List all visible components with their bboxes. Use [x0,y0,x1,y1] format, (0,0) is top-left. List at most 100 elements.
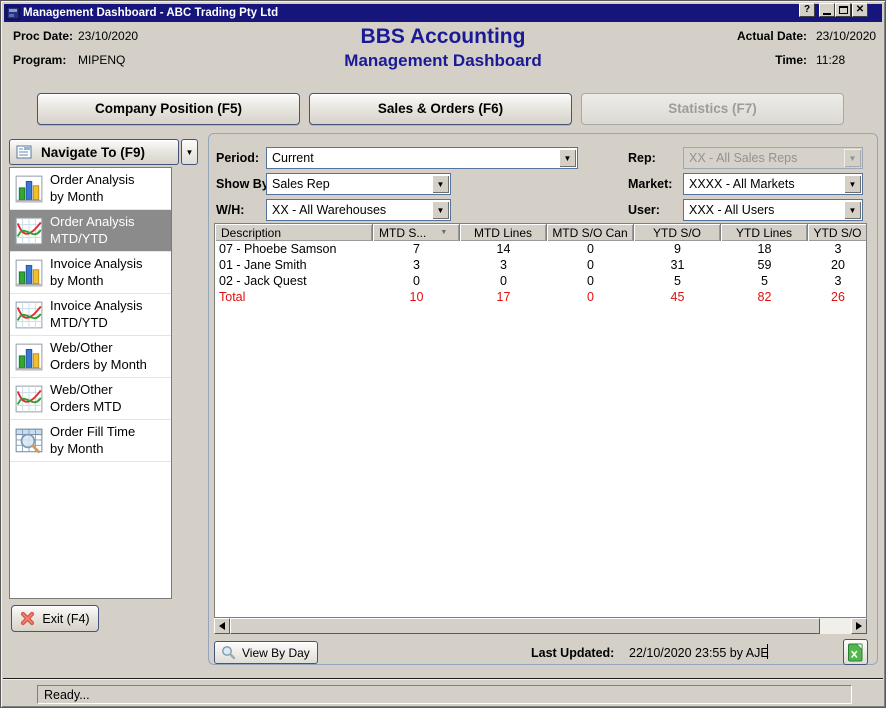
table-cell: 10 [373,289,460,305]
column-header-label: YTD Lines [736,226,792,240]
table-cell: 59 [721,257,808,273]
chevron-down-icon[interactable]: ▼ [844,175,861,193]
warehouse-label: W/H: [216,203,244,217]
status-divider [3,678,883,680]
view-by-day-button[interactable]: View By Day [214,641,318,664]
rep-select: XX - All Sales Reps ▼ [683,147,863,169]
column-header[interactable]: YTD S/O [808,224,867,241]
line-chart-icon [14,300,44,330]
column-header[interactable]: YTD Lines [721,224,808,241]
sidebar-item-label: Invoice AnalysisMTD/YTD [50,298,143,332]
close-icon: ✕ [856,5,864,15]
sidebar-item[interactable]: Web/OtherOrders by Month [10,336,171,378]
chevron-down-icon[interactable]: ▼ [432,201,449,219]
magnifier-icon [221,645,236,660]
chevron-down-icon: ▼ [186,148,194,157]
column-header-label: Description [221,226,281,240]
chevron-down-icon[interactable]: ▼ [844,201,861,219]
column-header[interactable]: Description [215,224,373,241]
sidebar-item[interactable]: Order Analysisby Month [10,168,171,210]
column-header[interactable]: YTD S/O [634,224,721,241]
app-icon [6,6,20,20]
sales-orders-button[interactable]: Sales & Orders (F6) [309,93,572,125]
sidebar-item[interactable]: Order AnalysisMTD/YTD [10,210,171,252]
show-by-select[interactable]: Sales Rep ▼ [266,173,451,195]
close-button[interactable]: ✕ [852,3,868,17]
column-header-label: MTD S/O Can [552,226,627,240]
scroll-right-button[interactable] [851,618,867,634]
table-cell: Total [215,289,373,305]
excel-icon [847,643,864,662]
table-cell: 0 [547,289,634,305]
exit-button[interactable]: Exit (F4) [11,605,99,632]
column-header-label: YTD S/O [813,226,861,240]
export-excel-button[interactable] [843,639,868,665]
sidebar-item-label: Order Fill Timeby Month [50,424,135,458]
view-by-day-label: View By Day [242,646,310,660]
table-row[interactable]: 07 - Phoebe Samson71409183 [215,241,866,257]
table-total-row[interactable]: Total10170458226 [215,289,866,305]
table-cell: 18 [721,241,808,257]
title-bar: Management Dashboard - ABC Trading Pty L… [4,4,882,22]
arrow-right-icon [856,622,862,630]
user-label: User: [628,203,660,217]
help-button[interactable]: ? [799,3,815,17]
sidebar-item[interactable]: Web/OtherOrders MTD [10,378,171,420]
table-cell: 17 [460,289,547,305]
sidebar-item[interactable]: Order Fill Timeby Month [10,420,171,462]
text-cursor [767,644,768,659]
chevron-down-icon: ▼ [844,149,861,167]
user-value: XXX - All Users [689,203,774,217]
table-cell: 0 [547,241,634,257]
table-cell: 01 - Jane Smith [215,257,373,273]
status-bar: Ready... [37,685,852,704]
table-cell: 45 [634,289,721,305]
minimize-button[interactable] [819,3,835,17]
table-cell: 3 [460,257,547,273]
sidebar-item-label: Order AnalysisMTD/YTD [50,214,135,248]
navigate-to-label: Navigate To (F9) [41,145,145,160]
show-by-value: Sales Rep [272,177,330,191]
table-cell: 3 [808,241,867,257]
period-select[interactable]: Current ▼ [266,147,578,169]
show-by-label: Show By: [216,177,273,191]
column-header-label: MTD Lines [474,226,532,240]
help-icon: ? [804,5,810,15]
scroll-left-button[interactable] [214,618,230,634]
sidebar-item[interactable]: Invoice Analysisby Month [10,252,171,294]
table-cell: 0 [547,273,634,289]
column-header[interactable]: MTD Lines [460,224,547,241]
time-label: Time: [775,53,807,67]
navigate-dropdown-button[interactable]: ▼ [181,139,198,165]
table-cell: 0 [547,257,634,273]
scrollbar-thumb[interactable] [230,618,820,634]
table-cell: 9 [634,241,721,257]
table-row[interactable]: 02 - Jack Quest000553 [215,273,866,289]
column-header[interactable]: MTD S...▼ [373,224,460,241]
statistics-button: Statistics (F7) [581,93,844,125]
period-value: Current [272,151,314,165]
table-cell: 26 [808,289,867,305]
sidebar-item[interactable]: Invoice AnalysisMTD/YTD [10,294,171,336]
market-select[interactable]: XXXX - All Markets ▼ [683,173,863,195]
column-header[interactable]: MTD S/O Can [547,224,634,241]
chevron-down-icon[interactable]: ▼ [432,175,449,193]
warehouse-select[interactable]: XX - All Warehouses ▼ [266,199,451,221]
market-label: Market: [628,177,672,191]
horizontal-scrollbar[interactable] [214,618,867,634]
maximize-icon [839,6,848,14]
table-row[interactable]: 01 - Jane Smith330315920 [215,257,866,273]
table-cell: 02 - Jack Quest [215,273,373,289]
chevron-down-icon[interactable]: ▼ [559,149,576,167]
application-window: Management Dashboard - ABC Trading Pty L… [0,0,886,708]
maximize-button[interactable] [835,3,851,17]
bar-chart-icon [14,258,44,288]
navigate-to-button[interactable]: Navigate To (F9) [9,139,179,165]
line-chart-icon [14,384,44,414]
table-cell: 20 [808,257,867,273]
table-cell: 14 [460,241,547,257]
table-cell: 31 [634,257,721,273]
company-position-button[interactable]: Company Position (F5) [37,93,300,125]
form-icon [15,143,33,161]
user-select[interactable]: XXX - All Users ▼ [683,199,863,221]
